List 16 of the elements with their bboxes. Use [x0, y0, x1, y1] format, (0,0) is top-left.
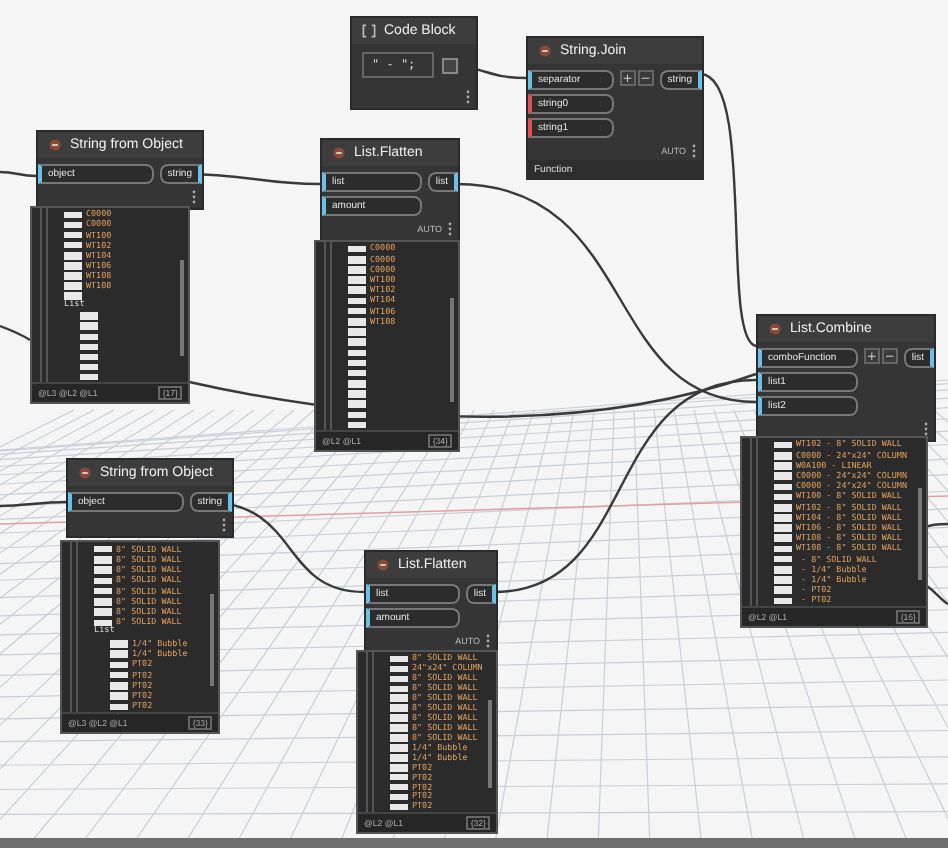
node-icon	[78, 466, 92, 480]
scrollbar[interactable]	[488, 700, 492, 788]
wire	[0, 170, 37, 178]
node-icon	[768, 322, 782, 336]
scrollbar[interactable]	[180, 260, 184, 356]
node-icon	[538, 44, 552, 58]
output-port[interactable]	[442, 57, 458, 73]
node-icon	[332, 146, 346, 160]
scrollbar[interactable]	[210, 593, 214, 687]
wire	[0, 500, 66, 508]
wire	[0, 324, 31, 341]
node-icon	[48, 138, 62, 152]
scrollbar[interactable]	[918, 488, 922, 581]
node-icon	[376, 558, 390, 572]
brackets-icon	[362, 24, 376, 38]
scrollbar[interactable]	[450, 298, 454, 402]
